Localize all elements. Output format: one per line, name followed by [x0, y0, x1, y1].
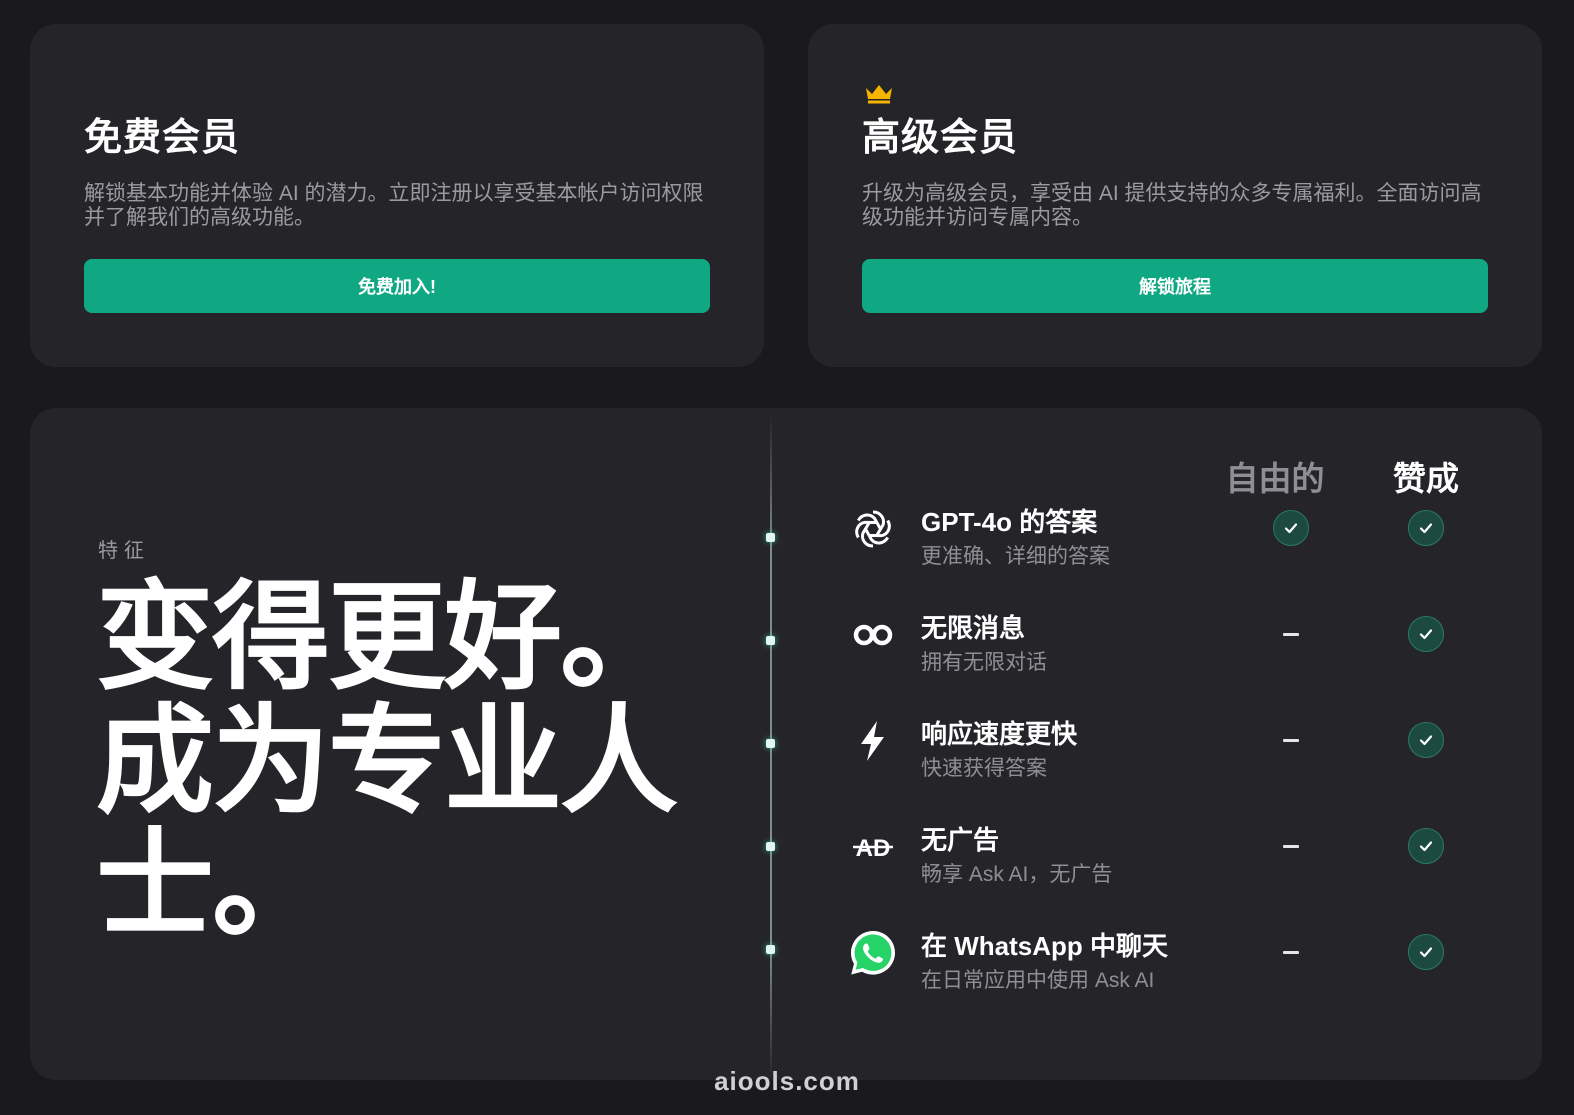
pro-cell [1408, 510, 1444, 546]
dash-icon [1283, 950, 1299, 954]
timeline-divider [770, 416, 772, 1080]
feature-row-unlimited-messages: 无限消息 拥有无限对话 [848, 608, 1508, 698]
free-cell [1273, 934, 1309, 970]
free-cell [1273, 510, 1309, 546]
features-headline: 变得更好。 成为专业人士。 [96, 576, 696, 948]
feature-title: 响应速度更快 [921, 719, 1078, 749]
features-card: 特征 变得更好。 成为专业人士。 自由的 赞成 GPT-4o 的答案 更准确、详… [30, 408, 1542, 1080]
feature-title: 无限消息 [921, 613, 1026, 643]
check-icon [1408, 722, 1444, 758]
check-icon [1408, 828, 1444, 864]
lightning-icon [848, 716, 898, 766]
check-icon [1408, 616, 1444, 652]
feature-subtitle: 快速获得答案 [921, 757, 1047, 780]
column-header-free: 自由的 [1225, 460, 1325, 497]
dash-icon [1283, 738, 1299, 742]
premium-plan-description: 升级为高级会员，享受由 AI 提供支持的众多专属福利。全面访问高级功能并访问专属… [862, 182, 1482, 229]
headline-line-1: 变得更好。 [96, 572, 678, 704]
feature-subtitle: 畅享 Ask AI，无广告 [921, 863, 1113, 886]
free-cell [1273, 828, 1309, 864]
whatsapp-icon [848, 928, 898, 978]
timeline-dot [766, 739, 775, 748]
watermark: aiools.com [714, 1066, 860, 1096]
free-cell [1273, 722, 1309, 758]
no-ads-icon: AD [848, 822, 898, 872]
pro-cell [1408, 934, 1444, 970]
feature-row-faster-responses: 响应速度更快 快速获得答案 [848, 714, 1508, 804]
feature-row-no-ads: AD 无广告 畅享 Ask AI，无广告 [848, 820, 1508, 910]
check-icon [1408, 510, 1444, 546]
feature-title: GPT-4o 的答案 [921, 507, 1098, 537]
feature-title: 在 WhatsApp 中聊天 [921, 931, 1168, 961]
column-header-pro: 赞成 [1393, 460, 1459, 497]
premium-plan-card: 高级会员 升级为高级会员，享受由 AI 提供支持的众多专属福利。全面访问高级功能… [808, 24, 1542, 367]
join-free-button[interactable]: 免费加入! [84, 259, 710, 313]
infinity-icon [848, 610, 898, 660]
timeline-dot [766, 533, 775, 542]
premium-plan-title: 高级会员 [862, 117, 1019, 159]
no-ads-icon-text: AD [856, 835, 891, 862]
openai-icon [848, 504, 898, 554]
free-plan-title: 免费会员 [84, 117, 241, 159]
crown-icon [866, 85, 892, 104]
feature-subtitle: 更准确、详细的答案 [921, 545, 1110, 568]
pro-cell [1408, 616, 1444, 652]
pricing-page: 免费会员 解锁基本功能并体验 AI 的潜力。立即注册以享受基本帐户访问权限并了解… [0, 0, 1574, 1115]
timeline-dot [766, 842, 775, 851]
free-plan-description: 解锁基本功能并体验 AI 的潜力。立即注册以享受基本帐户访问权限并了解我们的高级… [84, 182, 704, 229]
dash-icon [1283, 844, 1299, 848]
dash-icon [1283, 632, 1299, 636]
free-plan-card: 免费会员 解锁基本功能并体验 AI 的潜力。立即注册以享受基本帐户访问权限并了解… [30, 24, 764, 367]
feature-subtitle: 在日常应用中使用 Ask AI [921, 969, 1155, 992]
feature-subtitle: 拥有无限对话 [921, 651, 1047, 674]
check-icon [1273, 510, 1309, 546]
feature-title: 无广告 [921, 825, 1000, 855]
headline-line-2: 成为专业人士。 [96, 696, 678, 952]
timeline-dot [766, 636, 775, 645]
timeline-dot [766, 945, 775, 954]
feature-row-whatsapp: 在 WhatsApp 中聊天 在日常应用中使用 Ask AI [848, 926, 1508, 1016]
features-eyebrow: 特征 [98, 540, 150, 562]
check-icon [1408, 934, 1444, 970]
pro-cell [1408, 722, 1444, 758]
feature-row-gpt4o: GPT-4o 的答案 更准确、详细的答案 [848, 502, 1508, 592]
unlock-journey-button[interactable]: 解锁旅程 [862, 259, 1488, 313]
pro-cell [1408, 828, 1444, 864]
free-cell [1273, 616, 1309, 652]
